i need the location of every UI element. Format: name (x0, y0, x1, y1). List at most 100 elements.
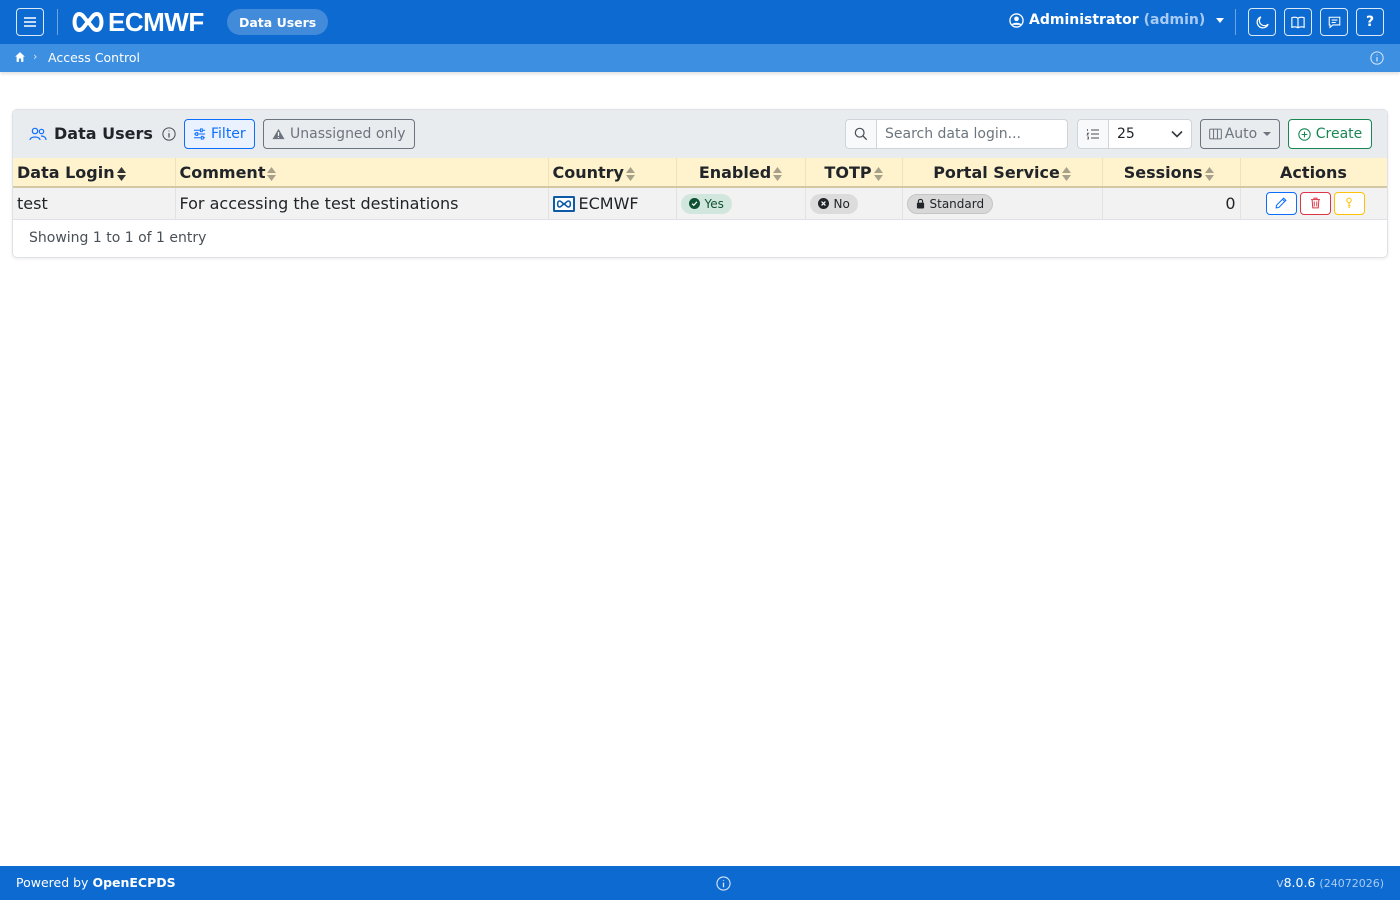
cell-enabled: Yes (676, 187, 806, 220)
top-navbar: ECMWF Data Users Administrator (admin) ? (0, 0, 1400, 44)
chevron-down-icon (1171, 130, 1183, 138)
filter-label: Filter (211, 126, 246, 142)
breadcrumb: › Access Control (0, 44, 1400, 72)
sort-icon (116, 166, 126, 181)
key-button[interactable] (1333, 191, 1365, 215)
trash-icon (1310, 197, 1320, 209)
sort-icon (625, 166, 635, 181)
country-name: ECMWF (578, 193, 639, 213)
brand-text: ECMWF (108, 6, 204, 37)
user-circle-icon (1009, 12, 1024, 28)
create-button[interactable]: Create (1288, 119, 1372, 149)
sort-icon (267, 166, 277, 181)
dark-mode-button[interactable] (1248, 8, 1276, 36)
column-header-enabled[interactable]: Enabled (676, 158, 806, 188)
column-header-actions: Actions (1240, 158, 1387, 188)
cell-comment: For accessing the test destinations (175, 187, 549, 220)
help-button[interactable]: ? (1356, 8, 1384, 36)
sliders-icon (193, 128, 206, 140)
version-info: v8.0.6 (24072026) (1276, 875, 1384, 890)
column-header-portal[interactable]: Portal Service (902, 158, 1103, 188)
plus-circle-icon (1298, 127, 1311, 141)
column-header-login[interactable]: Data Login (13, 158, 176, 188)
page-length-value: 25 (1117, 126, 1135, 142)
sort-icon (773, 166, 783, 181)
table-info: Showing 1 to 1 of 1 entry (29, 230, 207, 246)
delete-button[interactable] (1299, 191, 1331, 215)
ecmwf-flag-icon (552, 195, 575, 212)
version-number: 8.0.6 (1283, 875, 1316, 890)
columns-label: Auto (1224, 126, 1258, 142)
cell-country: ECMWF (548, 187, 677, 220)
chat-icon (1328, 16, 1340, 29)
user-name: Administrator (1029, 12, 1139, 28)
check-circle-icon (688, 198, 700, 209)
columns-icon (1208, 128, 1222, 140)
info-icon[interactable] (716, 876, 731, 891)
page-length-select[interactable]: 25 (1108, 119, 1192, 149)
moon-icon (1256, 15, 1269, 28)
cell-sessions: 0 (1102, 187, 1241, 220)
book-icon (1291, 16, 1305, 28)
chevron-down-icon (1263, 132, 1272, 136)
key-icon (1346, 197, 1352, 209)
search-group (845, 119, 1068, 149)
column-header-sessions[interactable]: Sessions (1102, 158, 1241, 188)
info-icon[interactable] (1370, 51, 1384, 65)
card-title: Data Users (29, 124, 176, 143)
breadcrumb-current[interactable]: Access Control (48, 50, 140, 65)
cell-totp: No (805, 187, 903, 220)
home-icon[interactable] (14, 51, 26, 63)
cell-actions (1240, 187, 1387, 220)
table-header-row: Data Login Comment Country Enabled TOTP … (13, 158, 1387, 188)
menu-toggle-button[interactable] (16, 8, 44, 36)
powered-by: Powered by OpenECPDS (16, 875, 176, 890)
totp-badge: No (809, 193, 858, 214)
card-header: Data Users Filter Unassigned only Search… (13, 110, 1387, 158)
user-menu[interactable]: Administrator (admin) (1009, 12, 1225, 28)
list-ol-icon (1077, 119, 1108, 149)
navbar-divider (1235, 9, 1236, 35)
create-label: Create (1315, 126, 1363, 142)
table-row[interactable]: test For accessing the test destinations… (13, 187, 1387, 220)
documentation-button[interactable] (1284, 8, 1312, 36)
unassigned-only-toggle[interactable]: Unassigned only (263, 119, 415, 149)
sort-icon (873, 166, 883, 181)
unassigned-label: Unassigned only (290, 126, 406, 142)
messages-button[interactable] (1320, 8, 1348, 36)
columns-visibility-button[interactable]: Auto (1200, 119, 1280, 149)
build-number: (24072026) (1319, 877, 1384, 890)
sort-icon (1204, 166, 1214, 181)
data-users-card: Data Users Filter Unassigned only Search… (12, 109, 1388, 258)
enabled-badge: Yes (680, 193, 732, 214)
warning-icon (272, 128, 285, 140)
filter-button[interactable]: Filter (184, 119, 255, 149)
pencil-icon (1275, 197, 1287, 209)
column-header-comment[interactable]: Comment (175, 158, 549, 188)
info-icon[interactable] (162, 126, 176, 141)
search-input[interactable] (876, 119, 1068, 149)
x-circle-icon (817, 198, 829, 209)
column-header-country[interactable]: Country (548, 158, 677, 188)
portal-badge: Standard (906, 193, 994, 214)
ecmwf-logo-icon (72, 11, 104, 33)
footer: Powered by OpenECPDS v8.0.6 (24072026) (0, 866, 1400, 900)
navbar-divider (57, 9, 58, 35)
card-title-text: Data Users (54, 124, 153, 143)
edit-button[interactable] (1265, 191, 1297, 215)
search-icon (845, 119, 876, 149)
user-login: (admin) (1143, 12, 1206, 28)
chevron-right-icon: › (33, 50, 38, 63)
sort-icon (1061, 166, 1071, 181)
question-icon: ? (1365, 14, 1375, 30)
column-header-totp[interactable]: TOTP (805, 158, 903, 188)
chevron-down-icon (1216, 17, 1225, 23)
cell-portal: Standard (902, 187, 1103, 220)
users-icon (29, 127, 47, 140)
app-badge: Data Users (227, 9, 329, 35)
data-users-table: Data Login Comment Country Enabled TOTP … (13, 158, 1387, 220)
powered-by-link[interactable]: OpenECPDS (92, 875, 175, 890)
brand-logo[interactable]: ECMWF (71, 6, 204, 37)
lock-icon (916, 198, 924, 209)
cell-login: test (13, 187, 176, 220)
